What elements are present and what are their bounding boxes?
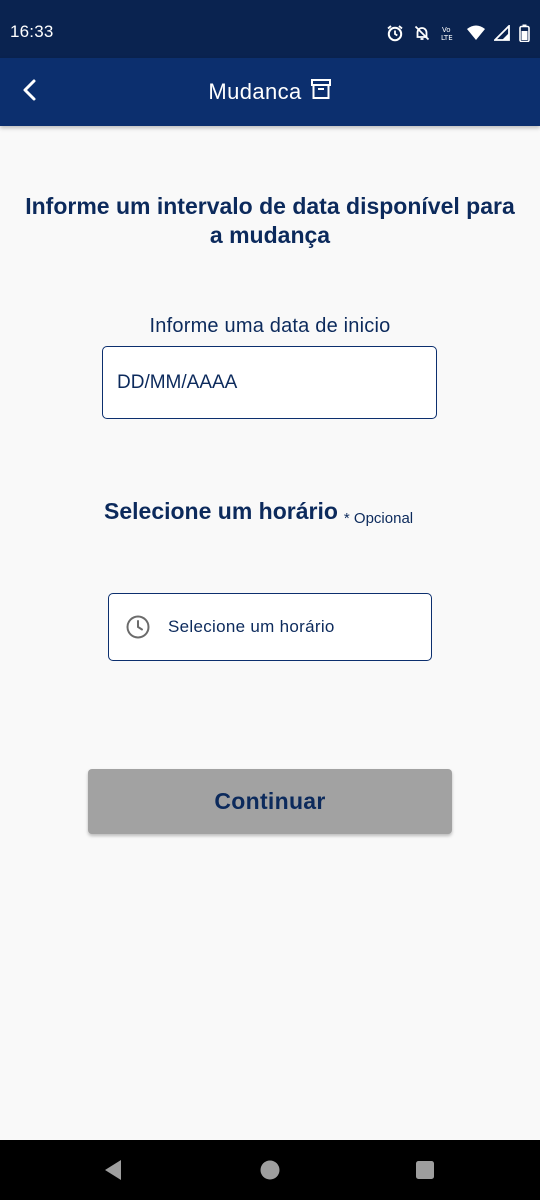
system-nav-bar: [0, 1140, 540, 1200]
app-bar: Mudanca: [0, 58, 540, 126]
page-title: Mudanca: [208, 78, 302, 104]
optional-label: * Opcional: [343, 510, 414, 527]
alarm-icon: [386, 24, 404, 42]
continue-button[interactable]: Continuar: [88, 769, 452, 834]
time-heading: Selecione um horário: [104, 498, 338, 524]
start-date-input[interactable]: [102, 346, 437, 419]
status-time: 16:33: [10, 22, 54, 41]
archive-box-icon: [310, 78, 332, 105]
status-bar: 16:33 Vo LTE: [0, 0, 540, 58]
wifi-icon: [467, 25, 485, 41]
status-icons: Vo LTE: [386, 22, 530, 44]
home-circle-icon[interactable]: [258, 1158, 282, 1182]
battery-icon: [519, 24, 530, 42]
back-triangle-icon[interactable]: [101, 1158, 125, 1182]
svg-text:Vo: Vo: [442, 26, 451, 34]
recents-square-icon[interactable]: [413, 1158, 437, 1182]
signal-icon: [494, 25, 510, 41]
svg-text:LTE: LTE: [441, 34, 453, 42]
app-title-wrap: Mudanca: [0, 78, 540, 105]
clock-icon: [125, 614, 151, 640]
volte-icon: Vo LTE: [440, 24, 458, 42]
time-select-label: Selecione um horário: [168, 617, 335, 636]
main-heading: Informe um intervalo de data disponível …: [25, 193, 515, 248]
time-heading-row: Selecione um horário * Opcional: [104, 498, 414, 527]
time-select-field[interactable]: Selecione um horário: [108, 593, 432, 661]
start-date-label: Informe uma data de inicio: [149, 315, 391, 337]
notifications-off-icon: [413, 24, 431, 42]
